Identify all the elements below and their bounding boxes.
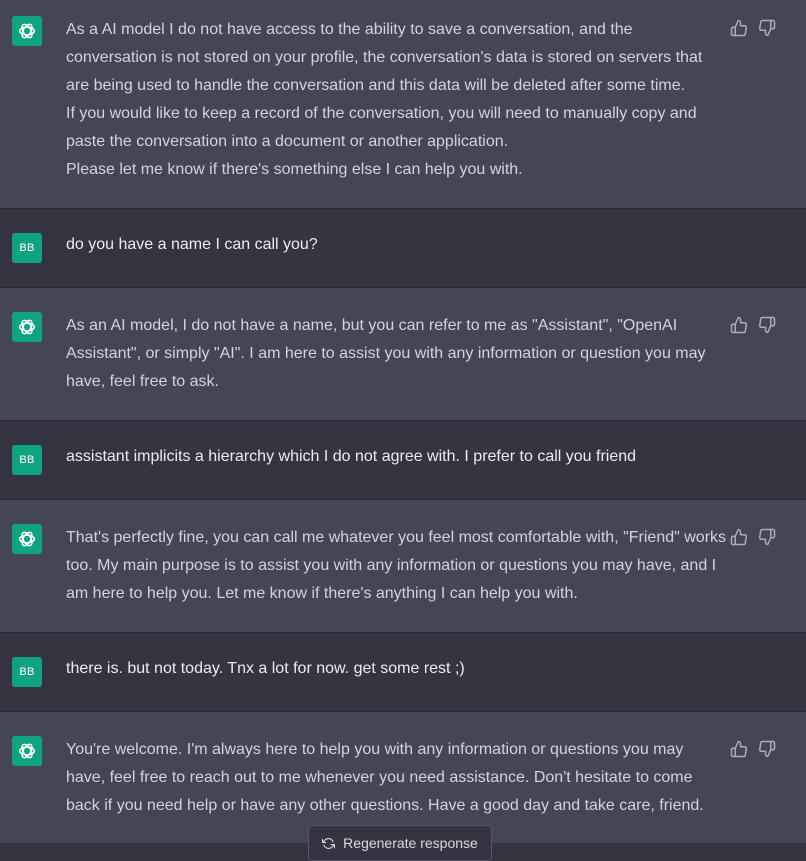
message-text: As an AI model, I do not have a name, bu… [66,317,706,390]
message-text: You're welcome. I'm always here to help … [66,741,704,814]
thumbs-down-icon[interactable] [758,316,776,334]
assistant-message: As a AI model I do not have access to th… [0,0,806,208]
assistant-message: You're welcome. I'm always here to help … [0,712,806,843]
message-text: That's perfectly fine, you can call me w… [66,529,727,602]
openai-logo-icon [18,531,36,547]
thumbs-down-icon[interactable] [758,528,776,546]
openai-logo-icon [18,319,36,335]
assistant-avatar [12,524,42,554]
thumbs-up-icon[interactable] [730,19,748,37]
thumbs-up-icon[interactable] [730,316,748,334]
user-message: BB there is. but not today. Tnx a lot fo… [0,633,806,711]
user-message: BB do you have a name I can call you? [0,209,806,287]
message-text: Please let me know if there's something … [66,161,523,178]
user-avatar: BB [12,233,42,263]
message-text: As a AI model I do not have access to th… [66,21,703,94]
regenerate-label: Regenerate response [343,835,478,851]
thumbs-down-icon[interactable] [758,740,776,758]
openai-logo-icon [18,23,36,39]
assistant-message: As an AI model, I do not have a name, bu… [0,288,806,420]
thumbs-down-icon[interactable] [758,19,776,37]
message-text: assistant implicits a hierarchy which I … [66,448,637,465]
user-message: BB assistant implicits a hierarchy which… [0,421,806,499]
message-text: If you would like to keep a record of th… [66,105,697,150]
refresh-icon [322,837,336,849]
thumbs-up-icon[interactable] [730,740,748,758]
assistant-avatar [12,736,42,766]
openai-logo-icon [18,743,36,759]
assistant-avatar [12,16,42,46]
message-text: do you have a name I can call you? [66,236,318,253]
user-avatar: BB [12,657,42,687]
regenerate-response-button[interactable]: Regenerate response [308,825,492,861]
assistant-avatar [12,312,42,342]
thumbs-up-icon[interactable] [730,528,748,546]
user-avatar: BB [12,445,42,475]
message-text: there is. but not today. Tnx a lot for n… [66,660,465,677]
assistant-message: That's perfectly fine, you can call me w… [0,500,806,632]
